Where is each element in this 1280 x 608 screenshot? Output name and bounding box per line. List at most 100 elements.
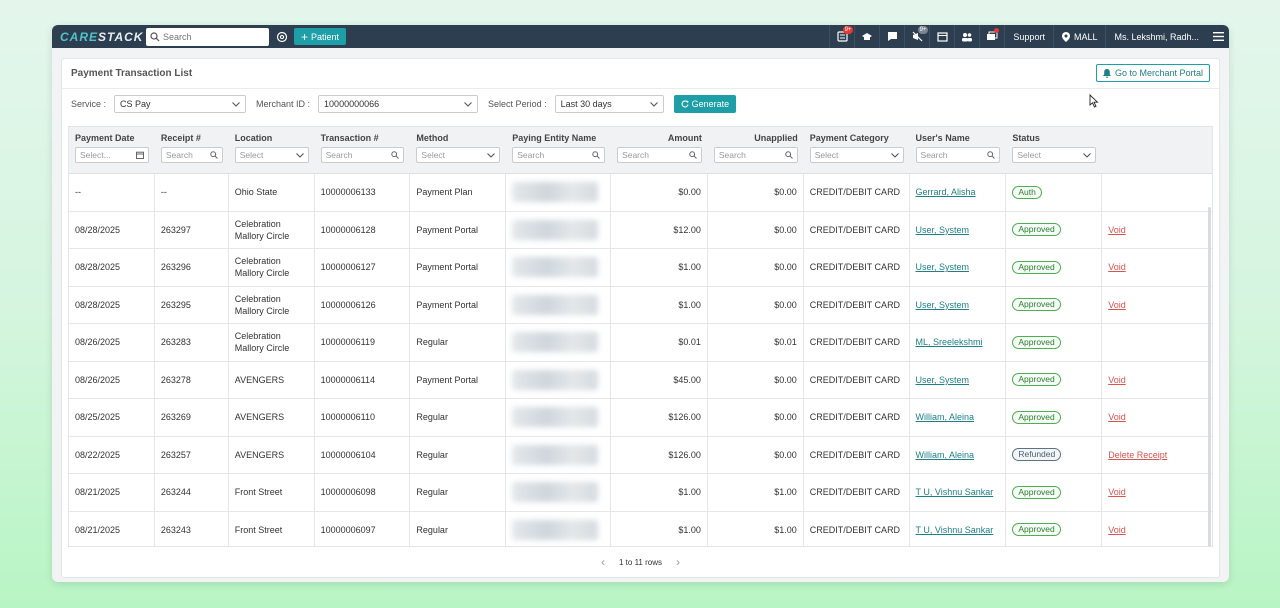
hamburger-menu-icon[interactable] bbox=[1207, 25, 1229, 48]
redacted-entity-name bbox=[512, 294, 599, 315]
user-name-link[interactable]: User, System bbox=[916, 224, 970, 236]
status-badge: Approved bbox=[1012, 485, 1061, 499]
user-name-link[interactable]: User, System bbox=[916, 374, 970, 386]
user-menu[interactable]: Ms. Lekshmi, Radh... bbox=[1105, 25, 1207, 48]
at-mention-icon[interactable] bbox=[275, 30, 289, 44]
delete-receipt-link[interactable]: Delete Receipt bbox=[1108, 449, 1167, 461]
cell-location: Celebration Mallory Circle bbox=[229, 286, 315, 323]
merchant-id-select[interactable]: 10000000066 bbox=[318, 95, 479, 113]
user-name-link[interactable]: T U, Vishnu Sankar bbox=[916, 524, 994, 536]
column-filter-select[interactable]: Select bbox=[416, 147, 501, 163]
add-patient-button[interactable]: + Patient bbox=[294, 28, 347, 45]
column-header-10[interactable]: Status Select bbox=[1006, 127, 1102, 173]
column-header-3[interactable]: Transaction # Search bbox=[315, 127, 411, 173]
user-name-link[interactable]: William, Aleina bbox=[916, 411, 975, 423]
column-filter-date[interactable]: Select... bbox=[75, 147, 149, 163]
cell-user: William, Aleina bbox=[910, 436, 1007, 473]
tasks-icon[interactable]: 9+ bbox=[829, 25, 854, 48]
graduation-cap-icon[interactable] bbox=[854, 25, 879, 48]
void-link[interactable]: Void bbox=[1108, 261, 1126, 273]
cell-receipt: 263244 bbox=[155, 474, 229, 511]
user-name-link[interactable]: William, Aleina bbox=[916, 449, 975, 461]
void-link[interactable]: Void bbox=[1108, 374, 1126, 386]
cell-method: Regular bbox=[410, 436, 507, 473]
cell-user: William, Aleina bbox=[910, 399, 1007, 436]
global-search-input[interactable] bbox=[163, 31, 263, 42]
table-row[interactable]: 08/21/2025 263244 Front Street 10000006098 R… bbox=[69, 474, 1212, 512]
cell-category: CREDIT/DEBIT CARD bbox=[804, 474, 910, 511]
cell-user: User, System bbox=[910, 211, 1007, 248]
messages-icon[interactable] bbox=[979, 25, 1004, 48]
table-row[interactable]: 08/25/2025 263269 AVENGERS 10000006110 Regul… bbox=[69, 399, 1212, 437]
table-row[interactable]: 08/26/2025 263283 Celebration Mallory Circ… bbox=[69, 324, 1212, 362]
void-link[interactable]: Void bbox=[1108, 299, 1126, 311]
user-name-link[interactable]: ML, Sreelekshmi bbox=[916, 336, 983, 348]
column-filter-search[interactable]: Search bbox=[713, 147, 798, 163]
redacted-entity-name bbox=[512, 444, 599, 465]
column-header-9[interactable]: User's Name Search bbox=[910, 127, 1007, 173]
status-badge: Approved bbox=[1012, 223, 1061, 237]
column-label: Paying Entity Name bbox=[512, 133, 597, 143]
table-row[interactable]: 08/28/2025 263296 Celebration Mallory Circ… bbox=[69, 249, 1212, 287]
user-name-link[interactable]: User, System bbox=[916, 261, 970, 273]
users-icon[interactable] bbox=[954, 25, 979, 48]
cell-category: CREDIT/DEBIT CARD bbox=[804, 249, 910, 286]
column-header-8[interactable]: Payment Category Select bbox=[804, 127, 910, 173]
table-row[interactable]: 08/26/2025 263278 AVENGERS 10000006114 Payme… bbox=[69, 361, 1212, 399]
cell-entity bbox=[506, 249, 612, 286]
cell-action: Void bbox=[1102, 512, 1212, 547]
table-row[interactable]: 08/22/2025 263257 AVENGERS 10000006104 Regul… bbox=[69, 436, 1212, 474]
period-select[interactable]: Last 30 days bbox=[554, 95, 664, 113]
column-filter-select[interactable]: Select bbox=[234, 147, 309, 163]
cell-receipt: 263243 bbox=[155, 511, 229, 546]
column-filter-search[interactable]: Search bbox=[915, 147, 1001, 163]
generate-label: Generate bbox=[691, 99, 730, 109]
column-filter-search[interactable]: Search bbox=[320, 147, 405, 163]
filter-bar: Service : CS Pay Merchant ID : 100000000… bbox=[62, 89, 1219, 119]
table-row[interactable]: 08/21/2025 263243 Front Street 10000006097 R… bbox=[69, 511, 1212, 547]
table-row[interactable]: 08/28/2025 263295 Celebration Mallory Circ… bbox=[69, 286, 1212, 324]
generate-button[interactable]: Generate bbox=[673, 95, 737, 113]
calendar-icon[interactable] bbox=[929, 25, 954, 48]
megaphone-icon[interactable]: 9+ bbox=[904, 25, 929, 48]
table-scrollbar[interactable] bbox=[1208, 207, 1211, 546]
column-label: Payment Category bbox=[809, 133, 889, 143]
column-header-4[interactable]: Method Select bbox=[410, 127, 506, 173]
column-header-2[interactable]: Location Select bbox=[229, 127, 315, 173]
user-name-link[interactable]: Gerrard, Alisha bbox=[916, 186, 976, 198]
user-name-link[interactable]: User, System bbox=[916, 299, 970, 311]
pagination-label: 1 to 11 rows bbox=[619, 557, 662, 567]
global-search[interactable] bbox=[146, 27, 269, 46]
app-window: CARESTACK +Patient 9+ 9+ bbox=[52, 25, 1229, 582]
column-filter-search[interactable]: Search bbox=[617, 147, 702, 163]
filter-placeholder: Select bbox=[1017, 150, 1041, 160]
service-select[interactable]: CS Pay bbox=[114, 95, 247, 113]
column-header-6[interactable]: Amount Search bbox=[611, 127, 708, 173]
location-selector[interactable]: MALL bbox=[1052, 25, 1106, 48]
column-filter-search[interactable]: Search bbox=[160, 147, 223, 163]
column-filter-select[interactable]: Select bbox=[809, 147, 904, 163]
table-row[interactable]: -- -- Ohio State 10000006133 Payment Plan $0.… bbox=[69, 174, 1212, 212]
column-filter-select[interactable]: Select bbox=[1012, 147, 1097, 163]
column-header-0[interactable]: Payment Date Select... bbox=[69, 127, 155, 173]
column-header-11[interactable] bbox=[1102, 127, 1212, 173]
user-name-link[interactable]: T U, Vishnu Sankar bbox=[916, 486, 994, 498]
cell-date: 08/21/2025 bbox=[69, 511, 155, 546]
cell-category: CREDIT/DEBIT CARD bbox=[804, 399, 910, 436]
column-header-5[interactable]: Paying Entity Name Search bbox=[506, 127, 611, 173]
column-header-7[interactable]: Unapplied Search bbox=[708, 127, 804, 173]
table-row[interactable]: 08/28/2025 263297 Celebration Mallory Circ… bbox=[69, 211, 1212, 249]
void-link[interactable]: Void bbox=[1108, 486, 1126, 498]
support-link[interactable]: Support bbox=[1004, 25, 1053, 48]
void-link[interactable]: Void bbox=[1108, 411, 1126, 423]
column-header-1[interactable]: Receipt # Search bbox=[155, 127, 229, 173]
void-link[interactable]: Void bbox=[1108, 224, 1126, 236]
void-link[interactable]: Void bbox=[1108, 524, 1126, 536]
prev-page-icon[interactable]: ‹ bbox=[601, 555, 605, 569]
column-filter-search[interactable]: Search bbox=[512, 147, 606, 163]
merchant-portal-button[interactable]: Go to Merchant Portal bbox=[1095, 64, 1210, 82]
brand-logo[interactable]: CARESTACK bbox=[60, 30, 146, 44]
next-page-icon[interactable]: › bbox=[676, 555, 680, 569]
chat-icon[interactable] bbox=[879, 25, 904, 48]
cell-date: 08/26/2025 bbox=[69, 361, 155, 398]
